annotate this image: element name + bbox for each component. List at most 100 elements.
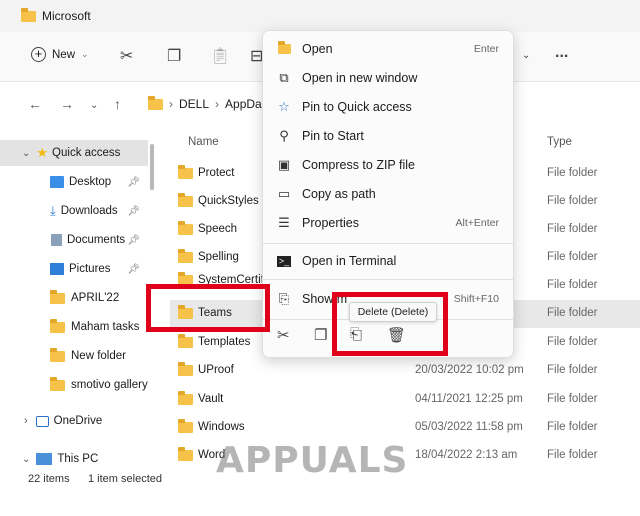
selection-count: 1 item selected xyxy=(88,473,162,485)
breadcrumb-item[interactable]: DELL xyxy=(179,97,209,111)
chevron-right-icon: › xyxy=(24,415,28,427)
folder-icon xyxy=(178,248,193,263)
sidebar-item-documents[interactable]: Documents 📌︎ xyxy=(0,227,148,253)
pc-icon xyxy=(36,453,53,465)
sidebar-item-label: Documents xyxy=(67,234,126,246)
menu-item-open-new-window[interactable]: ⧉ Open in new window xyxy=(263,64,513,92)
column-header-name[interactable]: Name xyxy=(188,136,219,148)
desktop-icon xyxy=(50,176,64,188)
cut-icon[interactable]: ✂ xyxy=(277,326,290,344)
file-date: 04/11/2021 12:25 pm xyxy=(415,393,523,405)
menu-item-copy-path[interactable]: ▭ Copy as path xyxy=(263,180,513,208)
up-icon[interactable]: ↑ xyxy=(114,96,121,112)
copy-icon[interactable]: ❐ xyxy=(314,326,327,344)
copy-icon[interactable]: ❐ xyxy=(167,46,181,66)
folder-icon xyxy=(148,95,163,110)
file-date: 05/03/2022 11:58 pm xyxy=(415,421,523,433)
sidebar-item-label: OneDrive xyxy=(53,415,103,427)
menu-item-open[interactable]: Open Enter xyxy=(263,35,513,63)
table-row[interactable]: Vault 04/11/2021 12:25 pm File folder xyxy=(170,386,640,414)
cut-icon[interactable]: ✂ xyxy=(120,46,133,66)
sidebar-item-desktop[interactable]: Desktop 📌︎ xyxy=(0,169,148,195)
folder-icon xyxy=(178,418,193,433)
menu-item-pin-quick-access[interactable]: ☆ Pin to Quick access xyxy=(263,93,513,121)
chevron-down-icon: ⌄ xyxy=(81,49,89,59)
file-type: File folder xyxy=(547,223,598,235)
onedrive-icon xyxy=(35,415,49,427)
sidebar-item-quick-access[interactable]: ⌄ ★ Quick access xyxy=(0,140,148,166)
folder-icon xyxy=(178,390,193,405)
sidebar-item-label: Downloads xyxy=(60,205,118,217)
menu-item-properties[interactable]: ☰ Properties Alt+Enter xyxy=(263,209,513,237)
folder-open-icon xyxy=(276,40,292,57)
table-row[interactable]: UProof 20/03/2022 10:02 pm File folder xyxy=(170,357,640,385)
pin-icon: 📌︎ xyxy=(127,234,140,246)
star-icon: ★ xyxy=(36,145,49,160)
new-window-icon: ⧉ xyxy=(279,70,289,85)
folder-icon xyxy=(178,333,193,348)
paste-icon[interactable]: 📋︎ xyxy=(210,46,230,66)
folder-icon xyxy=(50,289,65,304)
sidebar-item-label: Pictures xyxy=(69,263,111,275)
menu-item-compress-zip[interactable]: ▣ Compress to ZIP file xyxy=(263,151,513,179)
sidebar-item-downloads[interactable]: ⤓ Downloads 📌︎ xyxy=(0,198,148,224)
pin-icon: 📌︎ xyxy=(127,205,140,217)
sidebar-item-april22[interactable]: APRIL'22 xyxy=(0,285,148,311)
see-more-button[interactable]: ... xyxy=(555,44,568,62)
folder-icon xyxy=(178,361,193,376)
forward-icon[interactable]: → xyxy=(60,96,74,112)
file-name: Spelling xyxy=(198,251,239,263)
sidebar-item-label: Maham tasks xyxy=(71,321,140,333)
download-icon: ⤓ xyxy=(50,203,56,218)
pin-icon: 📌︎ xyxy=(127,263,140,275)
star-outline-icon: ☆ xyxy=(278,99,290,114)
watermark-logo: APPUALS xyxy=(216,440,409,481)
sidebar-item-new-folder[interactable]: New folder xyxy=(0,343,148,369)
item-count: 22 items xyxy=(28,473,70,485)
recent-chevron-icon[interactable]: ⌄ xyxy=(90,100,98,111)
sidebar-item-label: Quick access xyxy=(52,147,121,159)
folder-icon xyxy=(178,192,193,207)
terminal-icon: >_ xyxy=(277,255,291,267)
column-header-type[interactable]: Type xyxy=(547,136,572,148)
document-icon xyxy=(51,234,62,246)
file-type: File folder xyxy=(547,251,598,263)
file-type: File folder xyxy=(547,307,598,319)
file-name: Vault xyxy=(198,393,224,405)
file-type: File folder xyxy=(547,449,598,461)
folder-icon xyxy=(50,376,65,391)
more-options-icon: ⎘ xyxy=(278,291,290,306)
chevron-right-icon: › xyxy=(169,97,173,111)
new-button[interactable]: + New ⌄ xyxy=(31,47,89,62)
file-type: File folder xyxy=(547,279,598,291)
sidebar-item-label: smotivo gallery xyxy=(71,379,148,391)
highlight-box-teams xyxy=(146,284,270,332)
sidebar-scrollbar[interactable] xyxy=(150,144,154,190)
table-row[interactable]: Windows 05/03/2022 11:58 pm File folder xyxy=(170,414,640,442)
file-name: Templates xyxy=(198,336,251,348)
file-type: File folder xyxy=(547,421,598,433)
sidebar-item-smotivo-gallery[interactable]: smotivo gallery xyxy=(0,372,148,398)
zip-icon: ▣ xyxy=(277,157,291,172)
sort-chevron-icon[interactable]: ⌄ xyxy=(522,50,530,61)
breadcrumb-item[interactable]: AppDat xyxy=(225,97,265,111)
sidebar-item-maham-tasks[interactable]: Maham tasks xyxy=(0,314,148,340)
file-type: File folder xyxy=(547,364,598,376)
new-label: New xyxy=(52,48,76,61)
sidebar-item-pictures[interactable]: Pictures 📌︎ xyxy=(0,256,148,282)
file-type: File folder xyxy=(547,167,598,179)
pin-icon: ⚲ xyxy=(279,128,289,143)
folder-icon xyxy=(178,220,193,235)
sidebar-item-label: New folder xyxy=(71,350,126,362)
sidebar-item-label: This PC xyxy=(57,453,99,465)
sidebar-item-onedrive[interactable]: › OneDrive xyxy=(0,408,148,434)
menu-item-pin-start[interactable]: ⚲ Pin to Start xyxy=(263,122,513,150)
menu-item-open-terminal[interactable]: >_ Open in Terminal xyxy=(263,247,513,275)
menu-separator xyxy=(263,243,513,244)
breadcrumb[interactable]: › DELL › AppDat xyxy=(148,95,265,111)
file-name: Windows xyxy=(198,421,245,433)
pin-icon: 📌︎ xyxy=(127,176,140,188)
sidebar-item-label: Desktop xyxy=(69,176,112,188)
back-icon[interactable]: ← xyxy=(28,96,42,112)
file-type: File folder xyxy=(547,195,598,207)
